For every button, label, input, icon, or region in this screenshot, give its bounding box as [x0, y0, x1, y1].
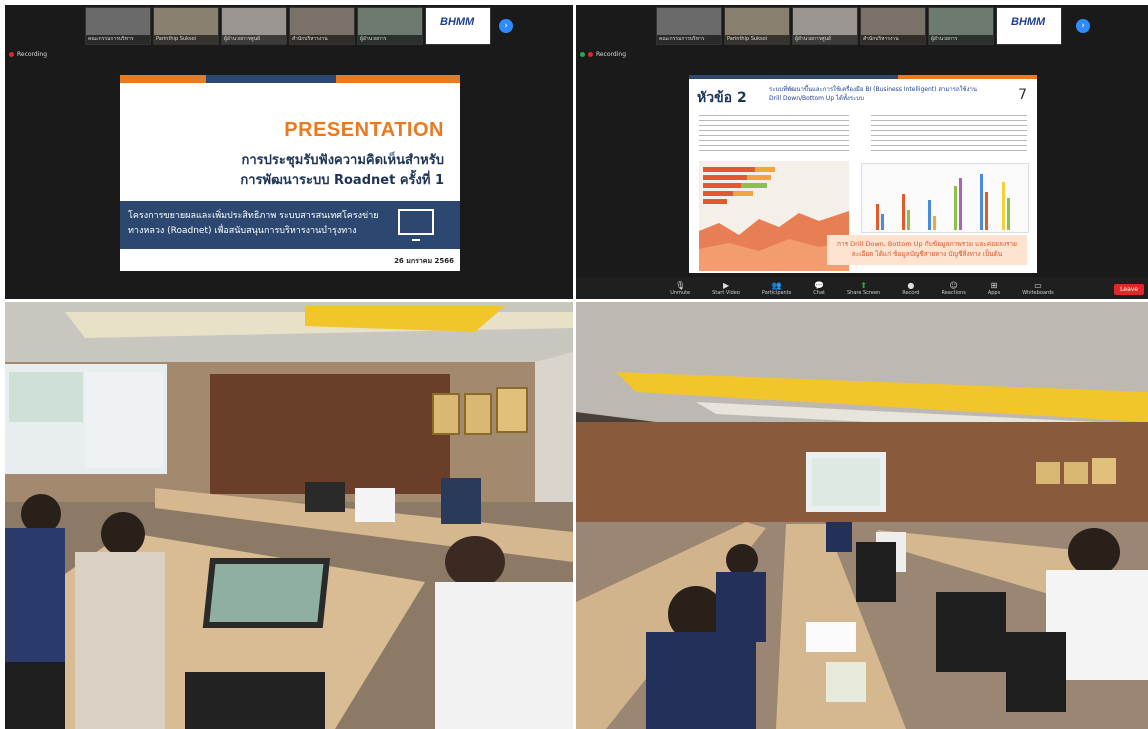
participant-strip: คณะกรรมการบริหาร Parinthip Suksoi ผู้อำน… — [85, 7, 491, 45]
chat-icon: 💬 — [814, 280, 825, 290]
participant-thumb[interactable]: คณะกรรมการบริหาร — [85, 7, 151, 45]
apps-icon: ⊞ — [990, 280, 998, 290]
leave-button[interactable]: Leave — [1114, 284, 1144, 295]
slide-heading: หัวข้อ 2 — [697, 90, 747, 106]
start-video-button[interactable]: ▶ Start Video — [712, 281, 740, 296]
reactions-button[interactable]: ☺ Reactions — [941, 281, 965, 296]
record-dot-icon — [588, 52, 593, 57]
slide-title: PRESENTATION — [284, 119, 444, 141]
slide-date: 26 มกราคม 2566 — [394, 257, 454, 265]
participant-thumb[interactable]: ผู้อำนวยการ — [357, 7, 423, 45]
slide-paragraph — [699, 115, 849, 155]
record-icon: ● — [907, 280, 915, 290]
slide-paragraph — [871, 115, 1027, 155]
whiteboard-icon: ▭ — [1034, 280, 1042, 290]
slide-band: โครงการขยายผลและเพิ่มประสิทธิภาพ ระบบสาร… — [120, 201, 460, 249]
project-name: โครงการขยายผลและเพิ่มประสิทธิภาพ ระบบสาร… — [128, 211, 379, 236]
bar-chart-graphic — [876, 174, 1010, 230]
slide-note: การ Drill Down, Bottom Up กับข้อมูลภาพรว… — [827, 235, 1027, 265]
brand-logo: BHMM — [1011, 16, 1046, 28]
participant-thumb[interactable]: คณะกรรมการบริหาร — [656, 7, 722, 45]
meeting-toolbar: 🎙 Unmute ▶ Start Video 👥 Participants 💬 Chat… — [576, 277, 1148, 299]
meeting-room-photo-left — [5, 302, 573, 729]
share-screen-button[interactable]: ⬆ Share Screen — [847, 281, 880, 296]
photo-collage: คณะกรรมการบริหาร Parinthip Suksoi ผู้อำน… — [0, 0, 1148, 729]
slide-topbar — [689, 75, 1037, 79]
participants-button[interactable]: 👥 Participants — [762, 281, 791, 296]
recording-indicator: Recording — [580, 51, 626, 58]
record-dot-icon — [9, 52, 14, 57]
participant-thumb[interactable]: สำนักบริหารงาน — [860, 7, 926, 45]
slide-subtitle: การประชุมรับฟังความคิดเห็นสำหรับ — [241, 153, 445, 168]
next-page-icon[interactable]: › — [1076, 19, 1090, 33]
participants-icon: 👥 — [771, 280, 782, 290]
participant-thumb-brand[interactable]: BHMM — [996, 7, 1062, 45]
shield-dot-icon — [580, 52, 585, 57]
participant-thumb[interactable]: Parinthip Suksoi — [724, 7, 790, 45]
video-icon: ▶ — [722, 280, 730, 290]
participant-thumb[interactable]: ผู้อำนวยการศูนย์ — [221, 7, 287, 45]
presentation-slide: PRESENTATION การประชุมรับฟังความคิดเห็นส… — [120, 75, 460, 271]
record-button[interactable]: ● Record — [902, 281, 919, 296]
next-page-icon[interactable]: › — [499, 19, 513, 33]
unmute-button[interactable]: 🎙 Unmute — [670, 281, 690, 296]
participant-thumb[interactable]: สำนักบริหารงาน — [289, 7, 355, 45]
participant-thumb[interactable]: ผู้อำนวยการศูนย์ — [792, 7, 858, 45]
zoom-screenshot-bi-slide: คณะกรรมการบริหาร Parinthip Suksoi ผู้อำน… — [576, 5, 1148, 299]
slide-subtitle: การพัฒนาระบบ Roadnet ครั้งที่ 1 — [240, 173, 444, 188]
bi-slide: หัวข้อ 2 ระบบที่พัฒนาขึ้นและการใช้เครื่อ… — [689, 75, 1037, 273]
recording-indicator: Recording — [9, 51, 47, 58]
reactions-icon: ☺ — [949, 280, 958, 290]
slide-stripe — [336, 75, 460, 83]
whiteboards-button[interactable]: ▭ Whiteboards — [1022, 281, 1054, 296]
slide-heading-text: ระบบที่พัฒนาขึ้นและการใช้เครื่องมือ BI (… — [769, 86, 977, 102]
bar-chart-preview — [861, 163, 1029, 233]
meeting-room-illustration — [5, 302, 573, 729]
participant-thumb[interactable]: Parinthip Suksoi — [153, 7, 219, 45]
slide-page-number: 7 — [1018, 87, 1027, 103]
apps-button[interactable]: ⊞ Apps — [988, 281, 1000, 296]
meeting-room-photo-right — [576, 302, 1148, 729]
mic-icon: 🎙 — [675, 280, 686, 290]
participant-thumb[interactable]: ผู้อำนวยการ — [928, 7, 994, 45]
meeting-room-illustration — [576, 302, 1148, 729]
slide-stripe — [206, 75, 336, 83]
share-icon: ⬆ — [860, 280, 867, 290]
slide-stripe — [120, 75, 206, 83]
participant-strip: คณะกรรมการบริหาร Parinthip Suksoi ผู้อำน… — [656, 7, 1062, 45]
chat-button[interactable]: 💬 Chat — [813, 281, 825, 296]
zoom-screenshot-presentation: คณะกรรมการบริหาร Parinthip Suksoi ผู้อำน… — [5, 5, 573, 299]
brand-logo: BHMM — [440, 16, 475, 28]
monitor-icon — [398, 209, 434, 241]
participant-thumb-brand[interactable]: BHMM — [425, 7, 491, 45]
